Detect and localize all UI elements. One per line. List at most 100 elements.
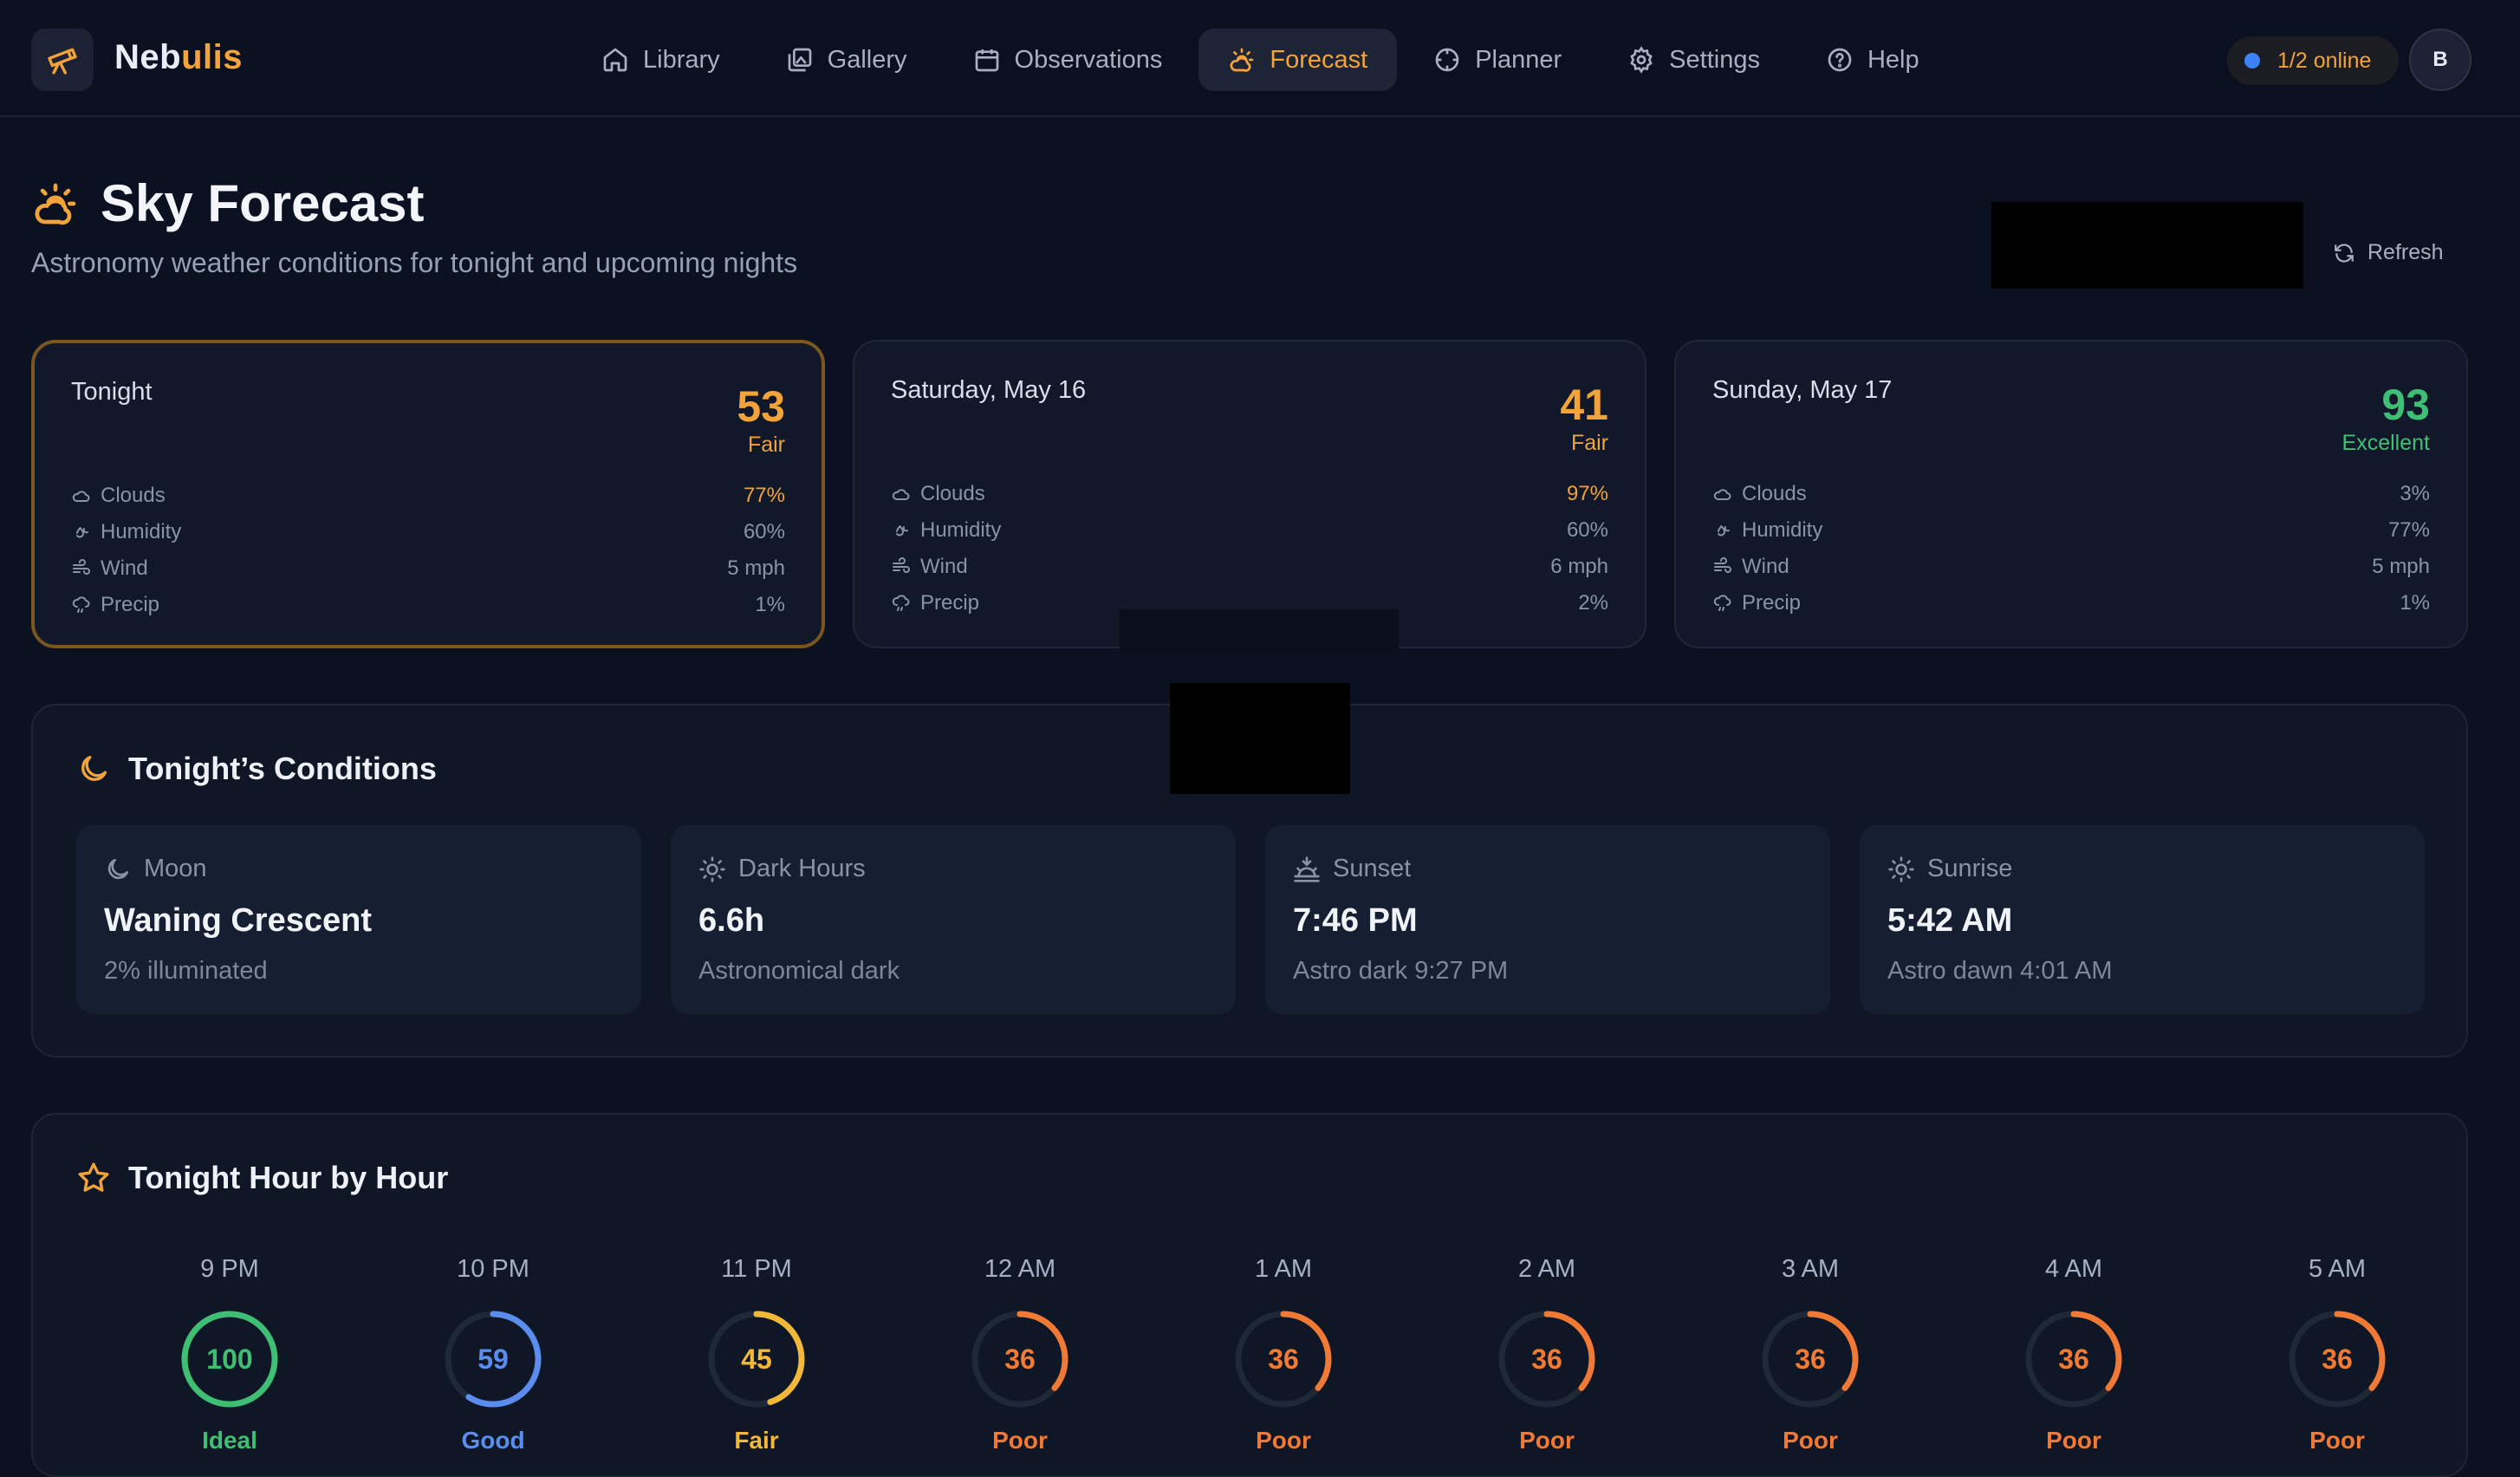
conditions-grid: Moon Waning Crescent 2% illuminated Dark… [76, 825, 2425, 1014]
help-icon [1828, 48, 1852, 72]
forecast-cards: Tonight 53 Fair Clouds 77% Humidity 60% Wind… [31, 340, 2468, 648]
avatar[interactable]: B [2409, 29, 2471, 91]
metric-label: Wind [71, 556, 148, 581]
condition-sunrise: Sunrise 5:42 AM Astro dawn 4:01 AM [1860, 825, 2425, 1014]
metric-label: Precip [1712, 591, 1801, 615]
metric-label-text: Wind [920, 555, 968, 578]
refresh-label: Refresh [2367, 240, 2444, 264]
forecast-card-tonight[interactable]: Tonight 53 Fair Clouds 77% Humidity 60% Wind… [31, 340, 825, 648]
hour-item[interactable]: 5 AM 36 Poor [2205, 1255, 2469, 1454]
metric-row-clouds: Clouds 3% [1712, 476, 2430, 512]
card-rating: Fair [1570, 431, 1608, 455]
wind-icon [893, 557, 910, 573]
hour-rating: Poor [2046, 1427, 2101, 1454]
humidity-icon [76, 527, 88, 538]
hour-rating: Poor [1256, 1427, 1311, 1454]
condition-dark-hours: Dark Hours 6.6h Astronomical dark [671, 825, 1236, 1014]
condition-label: Moon [104, 855, 614, 883]
metric-label: Precip [891, 591, 979, 615]
gauge-value: 36 [1795, 1343, 1826, 1375]
metric-label-text: Precip [101, 593, 160, 616]
hour-item[interactable]: 11 PM 45 Fair [625, 1255, 888, 1454]
hour-time: 4 AM [2044, 1255, 2103, 1283]
gauge-value: 100 [206, 1343, 253, 1375]
metric-label: Clouds [1712, 482, 1807, 506]
card-title: Saturday, May 16 [891, 376, 1087, 404]
hour-item[interactable]: 12 AM 36 Poor [888, 1255, 1152, 1454]
condition-sunset: Sunset 7:46 PM Astro dark 9:27 PM [1265, 825, 1830, 1014]
telescope-icon[interactable] [31, 29, 94, 91]
nav-gallery-label: Gallery [827, 45, 907, 74]
condition-label-text: Sunset [1333, 855, 1412, 882]
forecast-card-saturday[interactable]: Saturday, May 16 41 Fair Clouds 97% Humidi… [853, 340, 1646, 648]
refresh-icon [2335, 243, 2354, 263]
humidity-icon [1718, 525, 1730, 537]
hour-item[interactable]: 4 AM 36 Poor [1942, 1255, 2205, 1454]
metric-value: 1% [755, 593, 785, 616]
metric-row-precip: Precip 1% [1712, 585, 2430, 621]
metric-row-clouds: Clouds 97% [891, 476, 1608, 512]
metric-value: 2% [1578, 591, 1608, 615]
metric-row-humidity: Humidity 77% [1712, 512, 2430, 549]
nav-forecast[interactable]: Forecast [1198, 29, 1398, 91]
wind-icon [1714, 557, 1731, 573]
nav-help[interactable]: Help [1796, 29, 1949, 91]
metric-label: Wind [891, 555, 968, 579]
condition-value: 6.6h [698, 902, 765, 939]
nav-forecast-label: Forecast [1270, 45, 1368, 74]
app-name[interactable]: Nebulis [114, 38, 243, 77]
nav-observations[interactable]: Observations [944, 29, 1192, 91]
metric-row-wind: Wind 5 mph [1712, 549, 2430, 585]
main-nav: Library Gallery Observations Forecast Pl… [572, 29, 1949, 91]
score-gauge: 100 [179, 1309, 280, 1409]
condition-label-text: Sunrise [1927, 855, 2013, 882]
metric-label-text: Precip [1742, 591, 1802, 615]
nav-settings-label: Settings [1669, 45, 1760, 74]
condition-value: Waning Crescent [104, 902, 372, 939]
condition-label-text: Moon [144, 855, 207, 882]
score-gauge: 36 [1497, 1309, 1597, 1409]
wind-icon [73, 559, 90, 575]
moon-icon [107, 858, 128, 879]
section-header: Tonight’s Conditions [76, 751, 437, 787]
nav-settings[interactable]: Settings [1598, 29, 1789, 91]
metric-label-text: Clouds [920, 482, 985, 505]
online-status-badge[interactable]: 1/2 online [2227, 36, 2399, 85]
hour-time: 2 AM [1517, 1255, 1576, 1283]
forecast-card-sunday[interactable]: Sunday, May 17 93 Excellent Clouds 3% Humi… [1674, 340, 2468, 648]
hour-time: 12 AM [984, 1255, 1056, 1283]
refresh-button[interactable]: Refresh [2333, 240, 2444, 265]
metric-label-text: Humidity [101, 520, 182, 543]
metric-value: 60% [743, 520, 785, 543]
condition-moon: Moon Waning Crescent 2% illuminated [76, 825, 641, 1014]
nav-planner[interactable]: Planner [1404, 29, 1591, 91]
metric-label: Humidity [1712, 518, 1822, 543]
nav-help-label: Help [1867, 45, 1919, 74]
nav-observations-label: Observations [1014, 45, 1163, 74]
nav-library[interactable]: Library [572, 29, 750, 91]
nav-planner-label: Planner [1475, 45, 1562, 74]
condition-sub: 2% illuminated [104, 957, 268, 985]
nav-gallery[interactable]: Gallery [757, 29, 937, 91]
app-name-accent: ulis [181, 38, 243, 76]
precip-icon [892, 595, 910, 611]
hour-rating: Poor [2309, 1427, 2365, 1454]
gear-icon [1630, 46, 1653, 74]
metric-label: Wind [1712, 555, 1789, 579]
metric-label-text: Wind [1742, 555, 1789, 578]
condition-sub: Astro dawn 4:01 AM [1887, 957, 2113, 985]
section-header: Tonight Hour by Hour [76, 1160, 448, 1196]
hour-rating: Good [461, 1427, 525, 1454]
hour-rating: Poor [1519, 1427, 1575, 1454]
hour-item[interactable]: 1 AM 36 Poor [1152, 1255, 1415, 1454]
hour-item[interactable]: 2 AM 36 Poor [1415, 1255, 1679, 1454]
metric-row-precip: Precip 1% [71, 587, 785, 623]
metric-label: Clouds [71, 484, 166, 508]
hour-item[interactable]: 3 AM 36 Poor [1679, 1255, 1942, 1454]
cloud-icon [1713, 489, 1731, 500]
hour-time: 3 AM [1781, 1255, 1840, 1283]
hour-item[interactable]: 10 PM 59 Good [361, 1255, 625, 1454]
star-icon [78, 1162, 109, 1192]
condition-label: Dark Hours [698, 855, 1208, 883]
hour-item[interactable]: 9 PM 100 Ideal [98, 1255, 361, 1454]
